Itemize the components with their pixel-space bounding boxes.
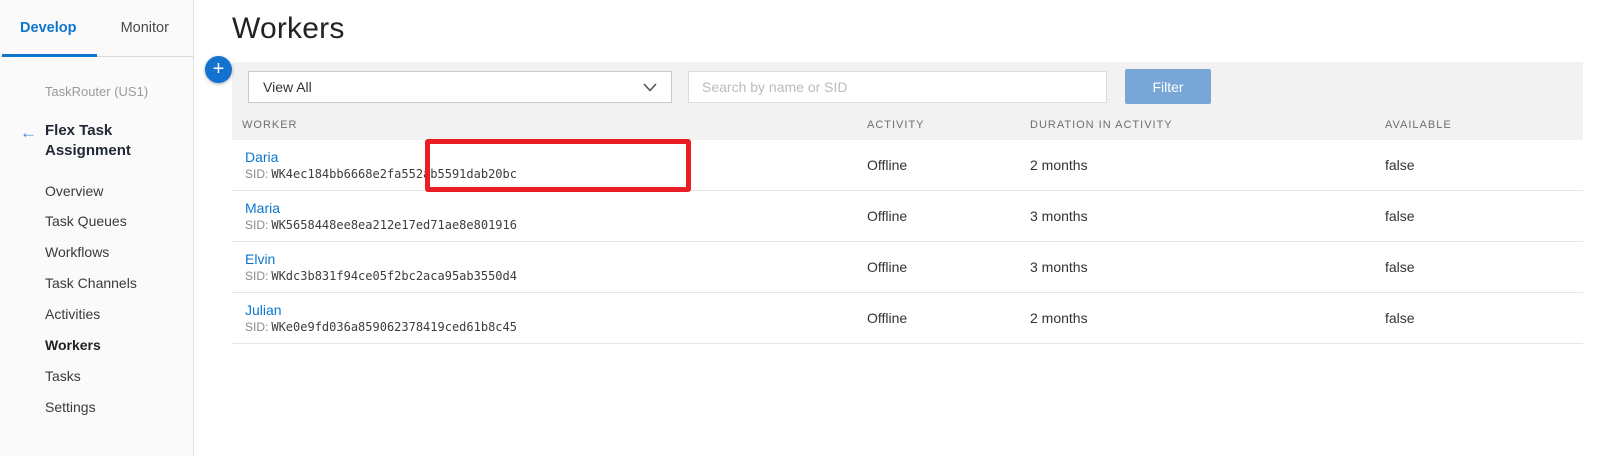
- column-header-duration: DURATION IN ACTIVITY: [1030, 119, 1173, 131]
- search-input[interactable]: [688, 71, 1107, 103]
- activity-value: Offline: [867, 157, 907, 173]
- taskrouter-workers-page: Develop Monitor TaskRouter (US1) ← Flex …: [0, 0, 1600, 456]
- activity-value: Offline: [867, 208, 907, 224]
- worker-sid: SID:WK4ec184bb6668e2fa552ab5591dab20bc: [245, 167, 517, 181]
- available-value: false: [1385, 310, 1415, 326]
- worker-name-link[interactable]: Elvin: [245, 251, 275, 267]
- sidebar-item-workers[interactable]: Workers: [0, 330, 193, 361]
- column-header-activity: ACTIVITY: [867, 119, 925, 131]
- sidebar-nav: Overview Task Queues Workflows Task Chan…: [0, 176, 193, 423]
- activity-value: Offline: [867, 310, 907, 326]
- sid-value: WKe0e9fd036a859062378419ced61b8c45: [271, 320, 517, 334]
- worker-cell: Daria SID:WK4ec184bb6668e2fa552ab5591dab…: [245, 149, 517, 181]
- sidebar-item-settings[interactable]: Settings: [0, 392, 193, 423]
- view-filter-dropdown[interactable]: View All: [248, 71, 672, 103]
- sidebar-item-activities[interactable]: Activities: [0, 299, 193, 330]
- column-header-worker: WORKER: [242, 119, 298, 131]
- region-label: TaskRouter (US1): [0, 84, 193, 99]
- worker-sid: SID:WK5658448ee8ea212e17ed71ae8e801916: [245, 218, 517, 232]
- sid-label: SID:: [245, 269, 268, 283]
- chevron-down-icon: [643, 83, 657, 92]
- page-title: Workers: [232, 12, 345, 46]
- tab-monitor[interactable]: Monitor: [97, 0, 194, 56]
- sid-value: WK4ec184bb6668e2fa552ab5591dab20bc: [271, 167, 517, 181]
- duration-value: 2 months: [1030, 310, 1088, 326]
- available-value: false: [1385, 157, 1415, 173]
- view-filter-value: View All: [263, 79, 312, 95]
- duration-value: 3 months: [1030, 208, 1088, 224]
- section-header: ← Flex Task Assignment: [0, 121, 193, 162]
- plus-icon: +: [213, 58, 225, 80]
- sidebar-item-workflows[interactable]: Workflows: [0, 237, 193, 268]
- worker-sid: SID:WKdc3b831f94ce05f2bc2aca95ab3550d4: [245, 269, 517, 283]
- sidebar-item-overview[interactable]: Overview: [0, 176, 193, 207]
- worker-name-link[interactable]: Julian: [245, 302, 282, 318]
- active-tab-underline: [2, 54, 97, 57]
- column-header-available: AVAILABLE: [1385, 119, 1452, 131]
- back-arrow-icon[interactable]: ←: [20, 124, 37, 141]
- section-title: Flex Task Assignment: [45, 121, 183, 162]
- table-row-elvin: Elvin SID:WKdc3b831f94ce05f2bc2aca95ab35…: [232, 242, 1583, 293]
- main-content: Workers + View All Filter WORKER ACTIVIT…: [194, 0, 1600, 456]
- sidebar-item-task-channels[interactable]: Task Channels: [0, 268, 193, 299]
- table-row-maria: Maria SID:WK5658448ee8ea212e17ed71ae8e80…: [232, 191, 1583, 242]
- sid-value: WK5658448ee8ea212e17ed71ae8e801916: [271, 218, 517, 232]
- table-row-daria: Daria SID:WK4ec184bb6668e2fa552ab5591dab…: [232, 140, 1583, 191]
- tab-develop[interactable]: Develop: [0, 0, 97, 56]
- sidebar-item-tasks[interactable]: Tasks: [0, 361, 193, 392]
- duration-value: 3 months: [1030, 259, 1088, 275]
- sidebar-tabbar: Develop Monitor: [0, 0, 193, 57]
- sidebar-item-task-queues[interactable]: Task Queues: [0, 206, 193, 237]
- worker-cell: Elvin SID:WKdc3b831f94ce05f2bc2aca95ab35…: [245, 251, 517, 283]
- sid-label: SID:: [245, 167, 268, 181]
- sidebar: Develop Monitor TaskRouter (US1) ← Flex …: [0, 0, 194, 456]
- duration-value: 2 months: [1030, 157, 1088, 173]
- worker-name-link[interactable]: Maria: [245, 200, 280, 216]
- sid-value: WKdc3b831f94ce05f2bc2aca95ab3550d4: [271, 269, 517, 283]
- worker-name-link[interactable]: Daria: [245, 149, 278, 165]
- sid-label: SID:: [245, 320, 268, 334]
- worker-cell: Maria SID:WK5658448ee8ea212e17ed71ae8e80…: [245, 200, 517, 232]
- available-value: false: [1385, 259, 1415, 275]
- worker-sid: SID:WKe0e9fd036a859062378419ced61b8c45: [245, 320, 517, 334]
- table-row-julian: Julian SID:WKe0e9fd036a859062378419ced61…: [232, 293, 1583, 344]
- sid-label: SID:: [245, 218, 268, 232]
- available-value: false: [1385, 208, 1415, 224]
- add-worker-button[interactable]: +: [205, 56, 232, 83]
- filter-button[interactable]: Filter: [1125, 69, 1211, 104]
- activity-value: Offline: [867, 259, 907, 275]
- filter-and-header-panel: View All Filter WORKER ACTIVITY DURATION…: [232, 62, 1583, 140]
- worker-cell: Julian SID:WKe0e9fd036a859062378419ced61…: [245, 302, 517, 334]
